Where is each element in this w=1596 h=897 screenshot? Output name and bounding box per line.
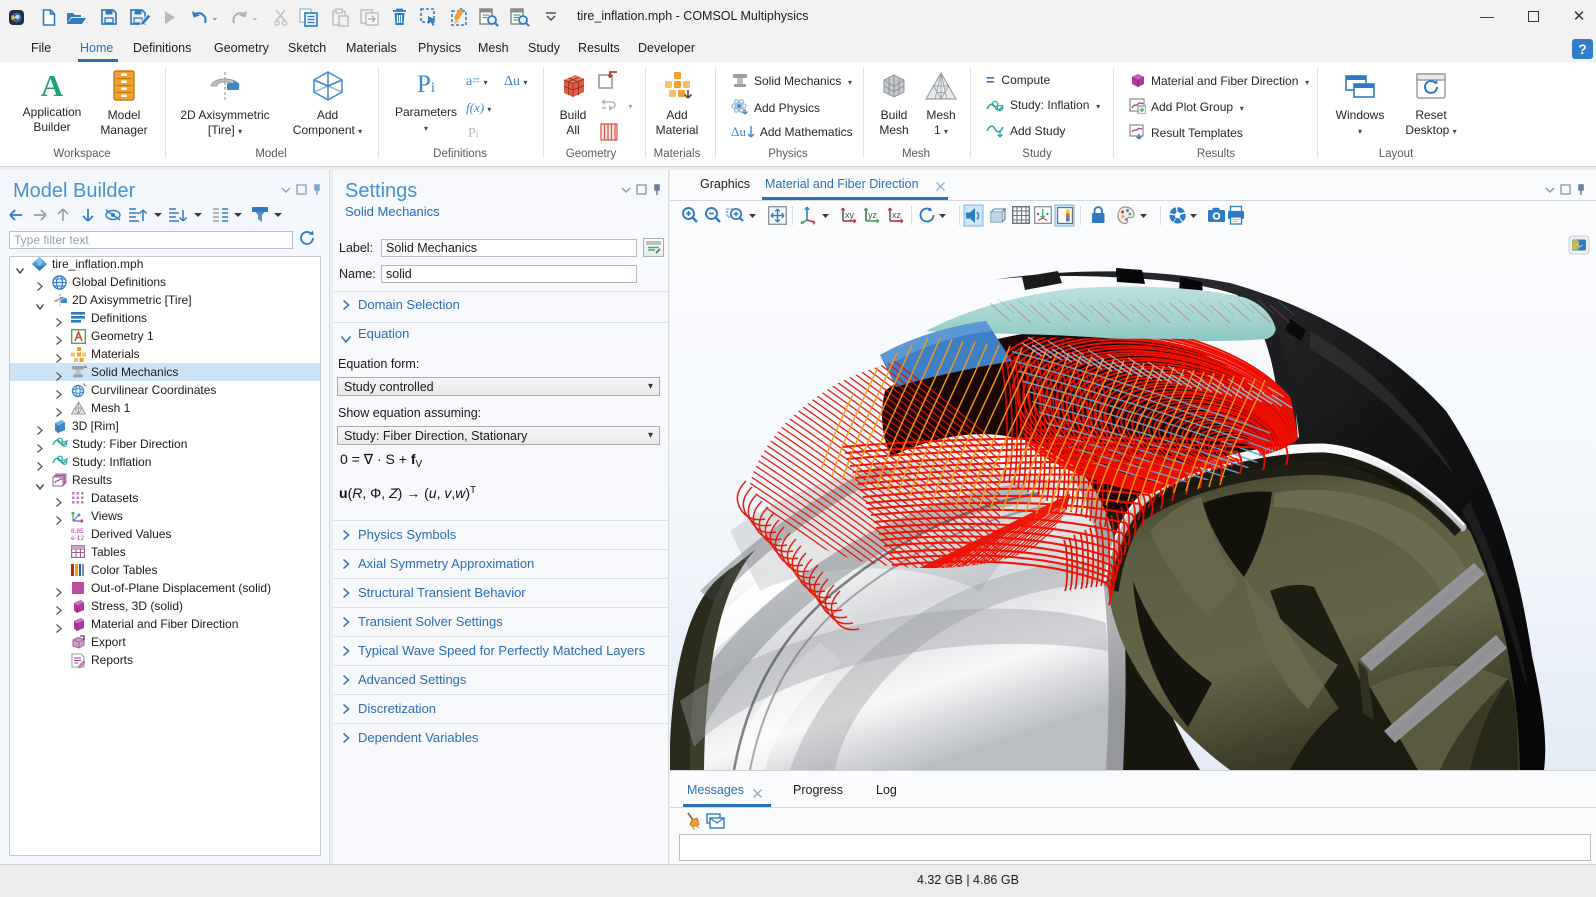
svg-text:8.85: 8.85 <box>71 528 84 535</box>
svg-text:xz: xz <box>892 210 902 220</box>
svg-text:xy: xy <box>845 210 855 220</box>
svg-text:yz: yz <box>868 210 878 220</box>
svg-text:e-12: e-12 <box>71 535 84 541</box>
